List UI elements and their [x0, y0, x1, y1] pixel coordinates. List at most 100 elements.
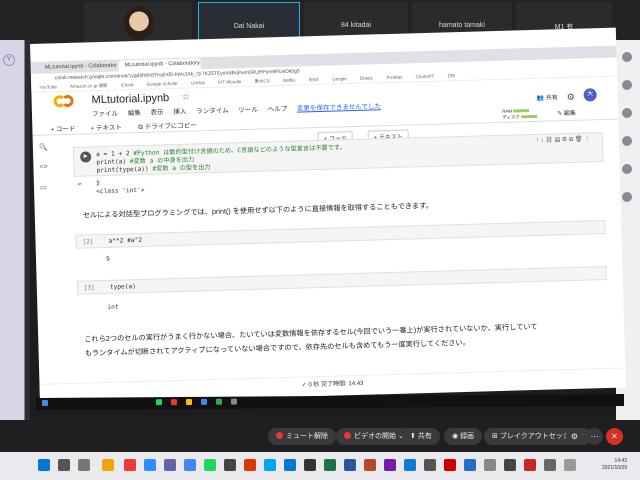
bookmark[interactable]: iCloud	[121, 82, 134, 87]
menu-view[interactable]: 表示	[151, 109, 164, 116]
search-icon[interactable]	[58, 459, 70, 471]
word-icon[interactable]	[344, 459, 356, 471]
app-icon[interactable]	[170, 399, 178, 406]
avatar-dot-icon[interactable]	[622, 192, 632, 202]
mirror-icon[interactable]: ⧉	[569, 137, 573, 143]
settings-gear-icon[interactable]: ⚙	[567, 92, 575, 103]
code-snippet-icon[interactable]: <>	[39, 164, 47, 171]
add-code-button[interactable]: + コード	[50, 123, 75, 134]
app-icon[interactable]	[564, 459, 576, 471]
record-button[interactable]: ◉ 録画	[444, 428, 483, 445]
bookmark[interactable]: KIT Moodle	[218, 79, 241, 85]
vscode-icon[interactable]	[284, 459, 296, 471]
bookmark[interactable]: Amazon.co.jp 通販	[70, 83, 108, 89]
menu-tools[interactable]: ツール	[238, 107, 258, 115]
edit-mode-button[interactable]: ✎ 編集	[557, 108, 576, 118]
code-cell-3[interactable]: [3] type(a)	[76, 265, 607, 295]
office-icon[interactable]	[244, 459, 256, 471]
search-icon[interactable]: 🔍	[39, 144, 48, 152]
delete-icon[interactable]: 🗑	[575, 137, 583, 143]
bookmark[interactable]: 東大CS	[254, 78, 269, 83]
app-icon[interactable]	[524, 459, 536, 471]
app-icon[interactable]	[215, 398, 223, 405]
chrome-icon[interactable]	[185, 398, 193, 406]
excel-icon[interactable]	[324, 459, 336, 471]
account-avatar[interactable]: 大	[583, 88, 597, 102]
move-down-icon[interactable]: ↓	[540, 138, 543, 144]
pencil-icon: ✎	[557, 111, 563, 118]
more-icon[interactable]: ⋮	[584, 136, 590, 142]
windows-start-icon[interactable]	[41, 399, 49, 407]
run-cell-button[interactable]: ▶	[80, 151, 92, 163]
share-button[interactable]: 👥 共有	[537, 92, 558, 102]
app-icon[interactable]	[424, 459, 436, 471]
folder-icon[interactable]	[102, 459, 114, 471]
host-clock[interactable]: 14:43 2021/10/29	[602, 458, 627, 472]
menu-runtime[interactable]: ランタイム	[196, 107, 229, 115]
share-screen-button[interactable]: ⬆ 共有	[402, 428, 440, 445]
menu-help[interactable]: ヘルプ	[268, 106, 288, 114]
vivaldi-icon[interactable]	[124, 459, 136, 471]
windows-start-icon[interactable]	[38, 459, 50, 471]
start-video-button[interactable]: ビデオの開始 ⌄	[336, 428, 412, 445]
bookmark[interactable]: IEEE	[309, 77, 319, 82]
add-text-button[interactable]: + テキスト	[90, 121, 122, 132]
resource-monitor[interactable]: RAM ディスク	[502, 108, 538, 121]
menu-file[interactable]: ファイル	[92, 111, 118, 119]
teams-icon[interactable]	[164, 459, 176, 471]
app-icon[interactable]	[504, 459, 516, 471]
leave-meeting-icon[interactable]: ✕	[606, 428, 623, 445]
bookmark[interactable]: YouTube	[39, 84, 57, 89]
app-icon[interactable]	[155, 399, 163, 406]
app-icon[interactable]	[444, 459, 456, 471]
share-label: 共有	[545, 95, 558, 102]
code-cell-2[interactable]: [2] a**2 #a^2	[75, 220, 606, 249]
chrome-icon[interactable]	[184, 459, 196, 471]
more-round-icon[interactable]: ⋯	[586, 428, 603, 445]
avatar-dot-icon[interactable]	[622, 164, 632, 174]
bookmark[interactable]: Netflix	[283, 78, 296, 83]
output-line: <class 'int'>	[96, 186, 145, 196]
avatar-dot-icon[interactable]	[622, 80, 632, 90]
settings-icon[interactable]: ⚙	[562, 137, 568, 143]
colab-logo-icon[interactable]	[53, 94, 75, 108]
task-view-icon[interactable]	[78, 459, 90, 471]
outlook-icon[interactable]	[404, 459, 416, 471]
menu-edit[interactable]: 編集	[128, 110, 141, 117]
files-icon[interactable]: ▭	[40, 184, 47, 192]
star-icon[interactable]: ☆	[181, 92, 189, 103]
share-screen-label: 共有	[417, 433, 432, 440]
avatar-dot-icon[interactable]	[622, 52, 632, 62]
bookmark[interactable]: ChatGPT	[415, 74, 434, 80]
bookmark[interactable]: DRI	[447, 73, 455, 78]
app-icon[interactable]	[264, 459, 276, 471]
menu-insert[interactable]: 挿入	[173, 109, 186, 116]
bookmark[interactable]: DeepL	[360, 75, 373, 80]
link-icon[interactable]: ⛓	[545, 137, 553, 143]
bookmark[interactable]: Google	[332, 76, 347, 81]
app-icon[interactable]	[544, 459, 556, 471]
avatar-dot-icon[interactable]	[622, 108, 632, 118]
powerpoint-icon[interactable]	[364, 459, 376, 471]
notebook-title[interactable]: MLtutorial.ipynb	[91, 92, 169, 106]
move-up-icon[interactable]: ↑	[536, 138, 539, 144]
spotify-icon[interactable]	[204, 459, 216, 471]
app-icon[interactable]	[484, 459, 496, 471]
bookmark[interactable]: Google Scholar	[147, 81, 178, 87]
unmute-button[interactable]: ミュート解除	[268, 428, 336, 445]
copy-to-drive-button[interactable]: ⧉ ドライブにコピー	[138, 119, 197, 132]
settings-round-icon[interactable]: ⚙	[566, 428, 583, 445]
avatar-dot-icon[interactable]	[622, 136, 632, 146]
unsaved-warning-link[interactable]: 変更を保存できませんでした	[297, 103, 381, 112]
r-icon[interactable]	[464, 459, 476, 471]
comment-icon[interactable]: ▤	[554, 137, 560, 143]
app-icon[interactable]	[304, 459, 316, 471]
output-toggle-icon[interactable]: ⇄	[78, 181, 82, 188]
app-icon[interactable]	[230, 398, 238, 405]
bookmark[interactable]: GitHub	[191, 80, 205, 85]
app-icon[interactable]	[224, 459, 236, 471]
bookmark[interactable]: ProBlas	[386, 75, 402, 80]
onenote-icon[interactable]	[384, 459, 396, 471]
app-icon[interactable]	[200, 398, 208, 405]
zoom-icon[interactable]	[144, 459, 156, 471]
